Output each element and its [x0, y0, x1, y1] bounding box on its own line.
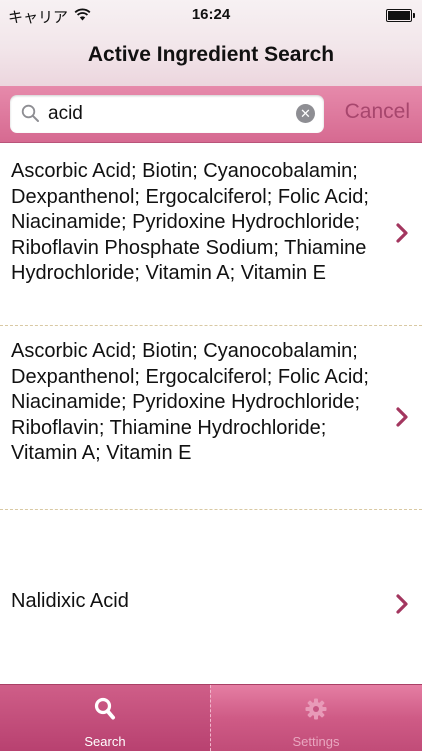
tab-settings[interactable]: Settings — [211, 685, 421, 751]
list-item-text: Ascorbic Acid; Biotin; Cyanocobalamin; D… — [11, 340, 369, 464]
status-time: 16:24 — [191, 6, 231, 23]
list-item-text: Ascorbic Acid; Biotin; Cyanocobalamin; D… — [11, 160, 369, 284]
tab-settings-label: Settings — [292, 734, 340, 749]
chevron-right-icon — [396, 594, 408, 619]
tab-bar: Search Settings — [0, 684, 422, 751]
search-query-text: acid — [48, 103, 83, 124]
tab-search-label: Search — [84, 734, 126, 749]
search-icon — [0, 697, 210, 721]
list-item[interactable]: Ascorbic Acid; Biotin; Cyanocobalamin; D… — [0, 143, 422, 325]
search-bar: acid ✕ Cancel — [0, 86, 422, 143]
chevron-right-icon — [396, 223, 408, 248]
navigation-header: キャリア 16:24 Active Ingredient Search — [0, 0, 422, 87]
list-item[interactable]: Nalidixic Acid — [0, 510, 422, 684]
magnifier-icon — [21, 104, 40, 128]
chevron-right-icon — [396, 407, 408, 432]
cancel-button[interactable]: Cancel — [345, 100, 410, 124]
list-item[interactable]: Ascorbic Acid; Biotin; Cyanocobalamin; D… — [0, 326, 422, 509]
gear-icon — [211, 697, 421, 721]
clear-icon[interactable]: ✕ — [296, 104, 315, 123]
page-title: Active Ingredient Search — [87, 43, 335, 66]
tab-search[interactable]: Search — [0, 685, 210, 751]
search-input[interactable]: acid ✕ — [10, 95, 324, 133]
list-item-text: Nalidixic Acid — [11, 590, 129, 612]
battery-icon — [386, 9, 415, 22]
status-bar: キャリア 16:24 — [0, 0, 422, 30]
